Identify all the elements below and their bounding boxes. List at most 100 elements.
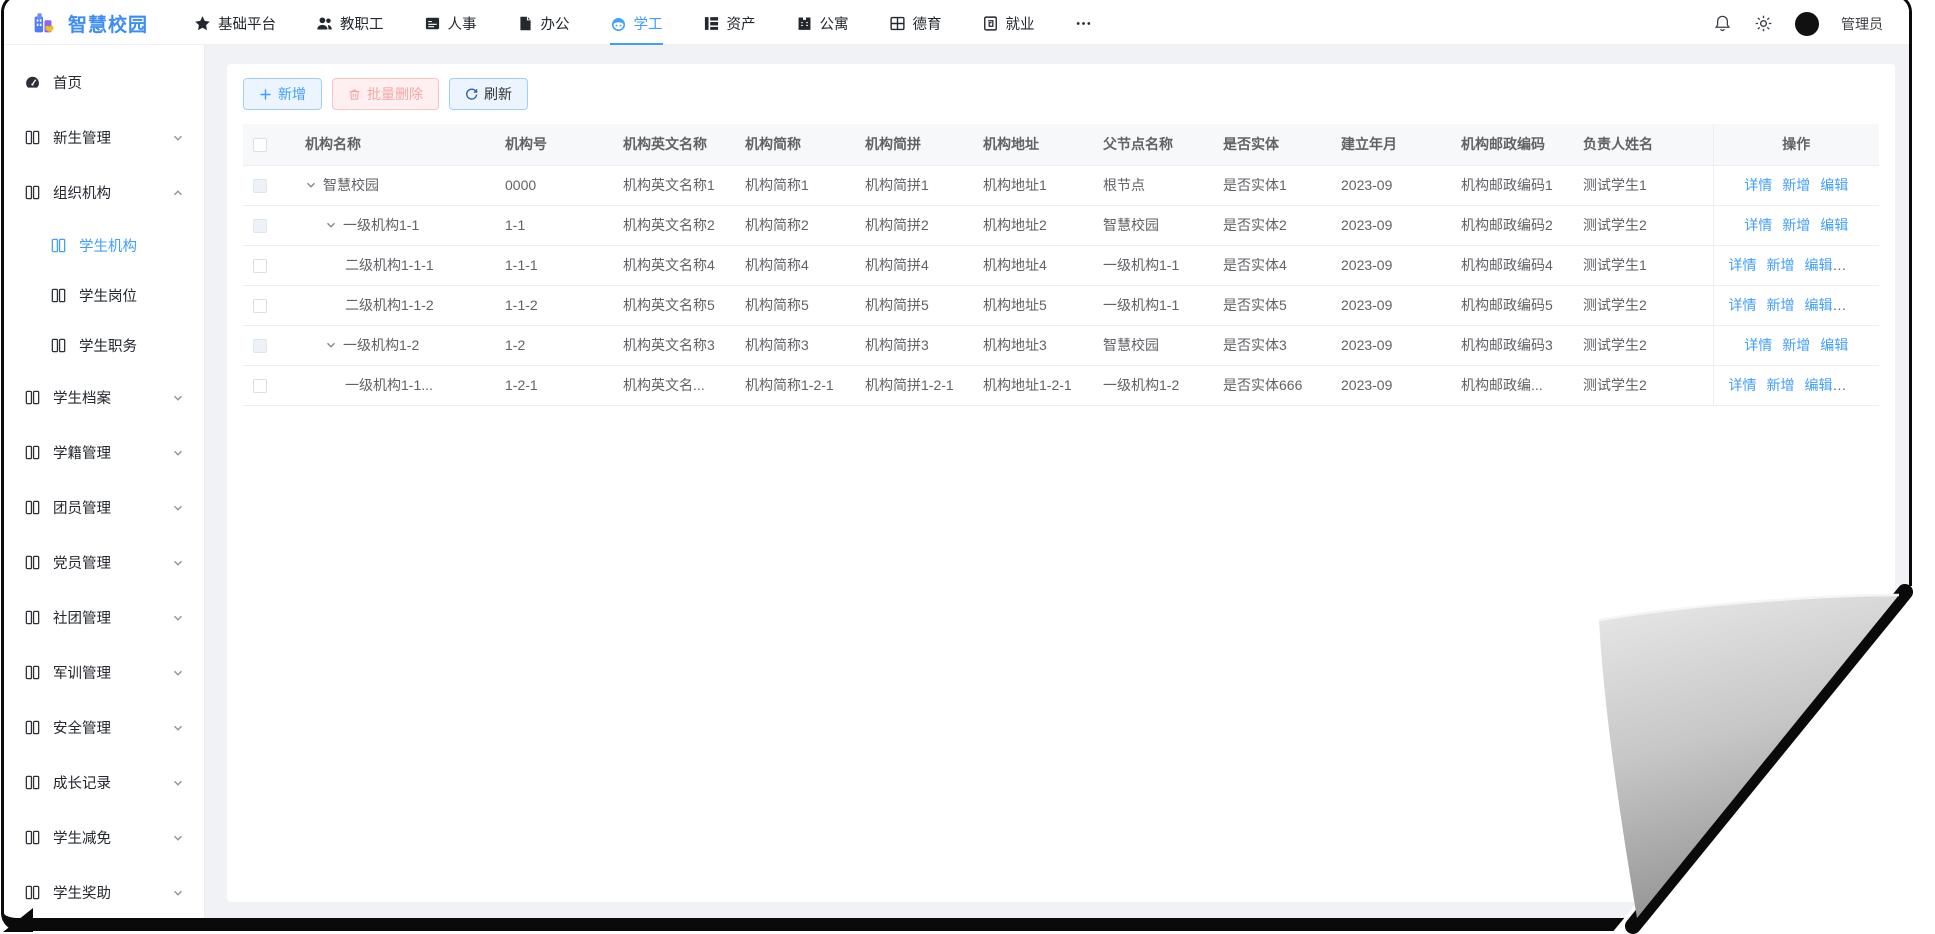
expand-row-icon[interactable]: [305, 179, 317, 191]
batch-delete-button[interactable]: 批量删除: [332, 78, 439, 110]
sidebar-item-学籍管理[interactable]: 学籍管理: [4, 425, 204, 480]
nav-item-人事[interactable]: 人事: [424, 3, 477, 45]
refresh-button[interactable]: 刷新: [449, 78, 528, 110]
sidebar-item-学生档案[interactable]: 学生档案: [4, 370, 204, 425]
op-edit-link[interactable]: 编辑: [1805, 297, 1833, 313]
cell-manager: 测试学生2: [1573, 325, 1713, 365]
row-checkbox[interactable]: [253, 379, 267, 393]
cell-founded: 2023-09: [1331, 205, 1451, 245]
cell-parent: 一级机构1-1: [1093, 285, 1213, 325]
badge-icon: [982, 15, 999, 32]
op-add-link[interactable]: 新增: [1782, 337, 1810, 353]
op-detail-link[interactable]: 详情: [1729, 297, 1757, 313]
sidebar-item-label: 学生档案: [53, 387, 111, 408]
nav-item-label: 办公: [541, 13, 570, 34]
gear-icon[interactable]: [1754, 14, 1773, 33]
op-edit-link[interactable]: 编辑: [1820, 337, 1848, 353]
sidebar-item-军训管理[interactable]: 军训管理: [4, 645, 204, 700]
table-row: 一级机构1-1...1-2-1机构英文名...机构简称1-2-1机构简拼1-2-…: [243, 365, 1879, 405]
nav-item-基础平台[interactable]: 基础平台: [194, 3, 276, 45]
book-icon: [50, 337, 67, 354]
op-add-link[interactable]: 新增: [1767, 377, 1795, 393]
cell-pinyin: 机构简拼1: [855, 165, 973, 205]
cell-pinyin: 机构简拼5: [855, 285, 973, 325]
nav-item-label: 人事: [448, 13, 477, 34]
top-menu: 基础平台教职工 人事 办公 学工资产公寓德育就业: [194, 3, 1092, 45]
op-add-link[interactable]: 新增: [1767, 297, 1795, 313]
cell-is_entity: 是否实体2: [1213, 205, 1331, 245]
cell-code: 1-1: [495, 205, 613, 245]
cell-manager: 测试学生1: [1573, 245, 1713, 285]
sidebar-item-label: 新生管理: [53, 127, 111, 148]
sidebar-item-首页[interactable]: 首页: [4, 55, 204, 110]
sidebar-item-团员管理[interactable]: 团员管理: [4, 480, 204, 535]
op-detail-link[interactable]: 详情: [1744, 217, 1772, 233]
cell-operations: 详情新增编辑删除: [1713, 245, 1879, 285]
expand-row-icon[interactable]: [325, 339, 337, 351]
op-detail-link[interactable]: 详情: [1729, 377, 1757, 393]
op-edit-link[interactable]: 编辑: [1820, 177, 1848, 193]
sidebar-item-label: 社团管理: [53, 607, 111, 628]
book-icon: [24, 184, 41, 201]
column-header: 父节点名称: [1093, 124, 1213, 165]
org-name: 一级机构1-2: [343, 335, 419, 355]
op-detail-link[interactable]: 详情: [1744, 177, 1772, 193]
book-icon: [24, 554, 41, 571]
sidebar-item-label: 学生岗位: [79, 285, 137, 306]
sidebar-item-label: 学生机构: [79, 235, 137, 256]
sidebar-item-学生机构[interactable]: 学生机构: [4, 220, 204, 270]
op-edit-link[interactable]: 编辑: [1805, 377, 1833, 393]
sidebar-item-新生管理[interactable]: 新生管理: [4, 110, 204, 165]
cell-code: 1-2: [495, 325, 613, 365]
cell-zip: 机构邮政编码3: [1451, 325, 1573, 365]
trash-icon: [348, 88, 361, 101]
expand-row-icon[interactable]: [325, 219, 337, 231]
cell-operations: 详情新增编辑: [1713, 205, 1879, 245]
document-icon: [517, 15, 534, 32]
sidebar-item-学生职务[interactable]: 学生职务: [4, 320, 204, 370]
cell-en_name: 机构英文名称1: [613, 165, 735, 205]
nav-item-就业[interactable]: 就业: [982, 3, 1035, 45]
op-detail-link[interactable]: 详情: [1729, 257, 1757, 273]
cell-en_name: 机构英文名...: [613, 365, 735, 405]
row-checkbox[interactable]: [253, 259, 267, 273]
cell-zip: 机构邮政编码2: [1451, 205, 1573, 245]
sidebar-item-学生奖助[interactable]: 学生奖助: [4, 865, 204, 918]
book-icon: [50, 287, 67, 304]
nav-item-资产[interactable]: 资产: [703, 3, 756, 45]
users-icon: [316, 15, 333, 32]
op-edit-link[interactable]: 编辑: [1805, 257, 1833, 273]
op-add-link[interactable]: 新增: [1767, 257, 1795, 273]
screenshot-stage: 智慧校园 基础平台教职工人事办公学工资产公寓德育就业 管理员: [0, 0, 1935, 934]
cell-manager: 测试学生1: [1573, 165, 1713, 205]
sidebar-item-党员管理[interactable]: 党员管理: [4, 535, 204, 590]
bell-icon[interactable]: [1713, 14, 1732, 33]
cell-is_entity: 是否实体3: [1213, 325, 1331, 365]
cell-founded: 2023-09: [1331, 325, 1451, 365]
org-name: 二级机构1-1-1: [345, 255, 434, 275]
sidebar-item-社团管理[interactable]: 社团管理: [4, 590, 204, 645]
column-header: 机构英文名称: [613, 124, 735, 165]
op-edit-link[interactable]: 编辑: [1820, 217, 1848, 233]
cell-operations: 详情新增编辑: [1713, 165, 1879, 205]
op-add-link[interactable]: 新增: [1782, 217, 1810, 233]
row-checkbox[interactable]: [253, 299, 267, 313]
nav-item-教职工[interactable]: 教职工: [316, 3, 384, 45]
sidebar-item-学生减免[interactable]: 学生减免: [4, 810, 204, 865]
op-add-link[interactable]: 新增: [1782, 177, 1810, 193]
sidebar-item-组织机构[interactable]: 组织机构: [4, 165, 204, 220]
nav-item-more[interactable]: [1075, 3, 1092, 45]
select-all-checkbox[interactable]: [253, 138, 267, 152]
nav-item-公寓[interactable]: 公寓: [796, 3, 849, 45]
op-detail-link[interactable]: 详情: [1744, 337, 1772, 353]
sidebar-item-安全管理[interactable]: 安全管理: [4, 700, 204, 755]
sidebar-item-成长记录[interactable]: 成长记录: [4, 755, 204, 810]
add-button[interactable]: 新增: [243, 78, 322, 110]
sidebar-item-学生岗位[interactable]: 学生岗位: [4, 270, 204, 320]
nav-item-办公[interactable]: 办公: [517, 3, 570, 45]
nav-item-德育[interactable]: 德育: [889, 3, 942, 45]
user-avatar[interactable]: [1795, 12, 1819, 36]
nav-item-学工[interactable]: 学工: [610, 3, 663, 45]
cell-parent: 智慧校园: [1093, 325, 1213, 365]
add-button-label: 新增: [278, 84, 306, 104]
